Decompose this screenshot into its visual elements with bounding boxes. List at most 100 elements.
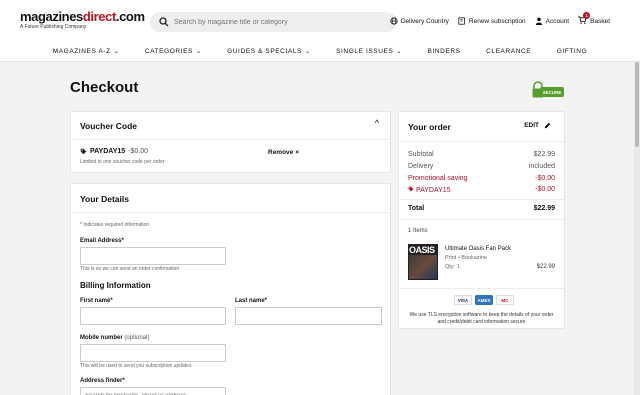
subtotal-value: $22.99 (533, 151, 555, 158)
nav-item-categories[interactable]: CATEGORIES ⌄ (145, 44, 202, 58)
nav-item-binders[interactable]: BINDERS (428, 44, 461, 58)
logo-wordmark: magazinesdirect.com (20, 9, 145, 24)
divider (399, 219, 564, 220)
chevron-down-icon: ⌄ (396, 48, 403, 55)
email-label: Email Address* (80, 238, 124, 244)
product-name: Ultimate Oasis Fan Pack (445, 246, 512, 252)
total-label: Total (408, 205, 425, 212)
required-note: * Indicates required information (80, 222, 150, 228)
email-note: This is so we can send an order confirma… (80, 266, 180, 272)
renew-subscription-link[interactable]: Renew subscription (458, 17, 526, 25)
chevron-down-icon: ⌄ (113, 48, 120, 55)
details-panel: Your Details * Indicates required inform… (70, 183, 391, 395)
address-finder-input[interactable] (80, 387, 226, 395)
last-name-field[interactable] (235, 307, 382, 325)
nav-label: BINDERS (427, 47, 461, 55)
remove-label: Remove (268, 149, 294, 156)
basket-label: Basket (590, 17, 610, 25)
nav-label: MAGAZINES A-Z (52, 47, 111, 55)
product-type: Print • Bookazine (445, 255, 487, 261)
first-name-label: First name* (80, 298, 113, 304)
product-cover-image: OASIS (408, 244, 438, 280)
voucher-code: PAYDAY15 (90, 148, 126, 155)
total-row: Total $22.99 (408, 205, 555, 212)
tag-icon (80, 148, 87, 155)
mobile-label: Mobile number (optional) (80, 335, 149, 341)
tag-icon (408, 186, 414, 192)
page-title: Checkout (70, 79, 139, 96)
magazine-icon (458, 17, 465, 25)
search-input[interactable] (174, 15, 389, 29)
address-label: Address finder* (80, 378, 125, 384)
remove-voucher-button[interactable]: Remove × (268, 149, 299, 156)
billing-title: Billing Information (80, 281, 151, 290)
items-count: 1 Items (408, 228, 428, 234)
tls-note: We use TLS encryption software to keep t… (409, 312, 554, 325)
pencil-icon (544, 122, 551, 129)
voucher-panel: Voucher Code ^ PAYDAY15 -$0.00 Limited t… (70, 111, 391, 173)
nav-label: GIFTING (556, 47, 588, 55)
subtotal-label: Subtotal (408, 151, 434, 158)
first-name-field[interactable] (80, 307, 226, 325)
order-title: Your order (408, 122, 451, 132)
mastercard-icon: MC (496, 295, 514, 305)
cover-masthead: OASIS (409, 245, 435, 255)
close-icon: × (295, 149, 300, 156)
chevron-down-icon: ⌄ (196, 48, 202, 55)
nav-item-magazines-a-z[interactable]: MAGAZINES A-Z ⌄ (53, 44, 120, 58)
delivery-value: included (528, 163, 555, 170)
promo-row: Promotional saving -$0.00 (408, 175, 555, 182)
payment-cards: VISA AMEX MC (454, 295, 514, 305)
promo-label: Promotional saving (408, 175, 468, 182)
details-title: Your Details (80, 194, 129, 204)
user-icon (535, 17, 542, 25)
edit-order-button[interactable]: EDIT (524, 122, 551, 129)
mobile-optional: (optional) (124, 335, 150, 341)
last-name-label: Last name* (235, 298, 268, 304)
nav-label: CATEGORIES (144, 47, 193, 55)
email-field[interactable] (80, 247, 226, 265)
product-price: $22.99 (536, 264, 555, 270)
total-value: $22.99 (533, 205, 555, 212)
search-bar[interactable] (150, 12, 397, 32)
account-link[interactable]: Account (535, 17, 570, 25)
renew-subscription-label: Renew subscription (468, 17, 526, 25)
product-quantity: Qty: 1 (445, 264, 460, 270)
account-label: Account (545, 17, 570, 25)
nav-label: GUIDES & SPECIALS (227, 47, 302, 55)
page-scrollbar[interactable] (634, 62, 640, 395)
delivery-label: Delivery (408, 163, 434, 170)
nav-label: SINGLE ISSUES (336, 47, 394, 55)
site-logo[interactable]: magazinesdirect.com A Future Publishing … (20, 10, 145, 30)
collapse-toggle-icon[interactable]: ^ (375, 118, 379, 128)
applied-voucher: PAYDAY15 -$0.00 (80, 148, 148, 155)
nav-label: CLEARANCE (486, 47, 532, 55)
scrollbar-thumb[interactable] (635, 62, 639, 147)
divider (71, 212, 390, 213)
mobile-field[interactable] (80, 344, 226, 362)
secure-badge: SECURE (532, 81, 564, 98)
voucher-row: PAYDAY15 -$0.00 (408, 186, 555, 194)
nav-item-guides-specials[interactable]: GUIDES & SPECIALS ⌄ (227, 44, 311, 58)
nav-item-gifting[interactable]: GIFTING (557, 44, 588, 58)
globe-icon (390, 17, 398, 25)
promo-value: -$0.00 (535, 175, 555, 182)
nav-item-clearance[interactable]: CLEARANCE (486, 44, 531, 58)
edit-label: EDIT (524, 122, 539, 129)
nav-item-single-issues[interactable]: SINGLE ISSUES ⌄ (336, 44, 402, 58)
visa-card-icon: VISA (454, 295, 472, 305)
delivery-country-link[interactable]: Delivery Country (390, 17, 449, 25)
top-links: Delivery Country Renew subscription Acco… (390, 12, 610, 26)
amex-card-icon: AMEX (475, 295, 493, 305)
mobile-label-text: Mobile number (80, 335, 123, 341)
voucher-row-label: PAYDAY15 (408, 186, 451, 194)
order-summary-panel: Your order EDIT Subtotal $22.99 Delivery i… (398, 111, 565, 329)
subtotal-row: Subtotal $22.99 (408, 151, 555, 158)
search-icon (159, 17, 169, 27)
voucher-hint: Limited to one voucher code per order (80, 159, 165, 165)
divider (399, 141, 564, 142)
basket-link[interactable]: 1 Basket (578, 12, 610, 26)
voucher-row-code: PAYDAY15 (415, 187, 451, 194)
divider (399, 199, 564, 200)
site-header: magazinesdirect.com A Future Publishing … (0, 0, 640, 62)
